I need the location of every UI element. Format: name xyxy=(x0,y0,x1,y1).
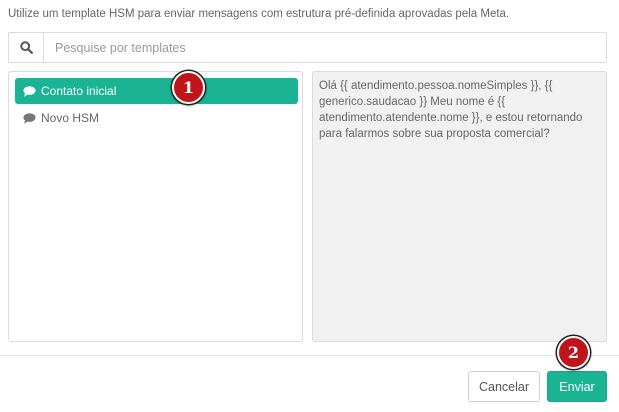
send-button[interactable]: Enviar xyxy=(547,371,607,402)
cancel-button[interactable]: Cancelar xyxy=(468,371,540,402)
search-bar xyxy=(8,32,607,63)
footer-divider xyxy=(0,355,619,356)
template-item-label: Contato inicial xyxy=(41,84,117,98)
annotation-badge-1: 1 xyxy=(172,71,205,104)
template-preview: Olá {{ atendimento.pessoa.nomeSimples }}… xyxy=(312,71,607,342)
annotation-badge-2: 2 xyxy=(557,336,590,369)
template-list: Contato inicial Novo HSM xyxy=(8,71,303,342)
chat-bubble-icon xyxy=(23,112,36,124)
chat-bubble-icon xyxy=(23,85,36,97)
template-item-novo-hsm[interactable]: Novo HSM xyxy=(15,105,298,131)
template-item-label: Novo HSM xyxy=(41,111,100,125)
search-icon xyxy=(9,33,44,62)
search-input[interactable] xyxy=(44,33,606,62)
template-item-contato-inicial[interactable]: Contato inicial xyxy=(15,78,298,104)
intro-text: Utilize um template HSM para enviar mens… xyxy=(8,8,510,20)
